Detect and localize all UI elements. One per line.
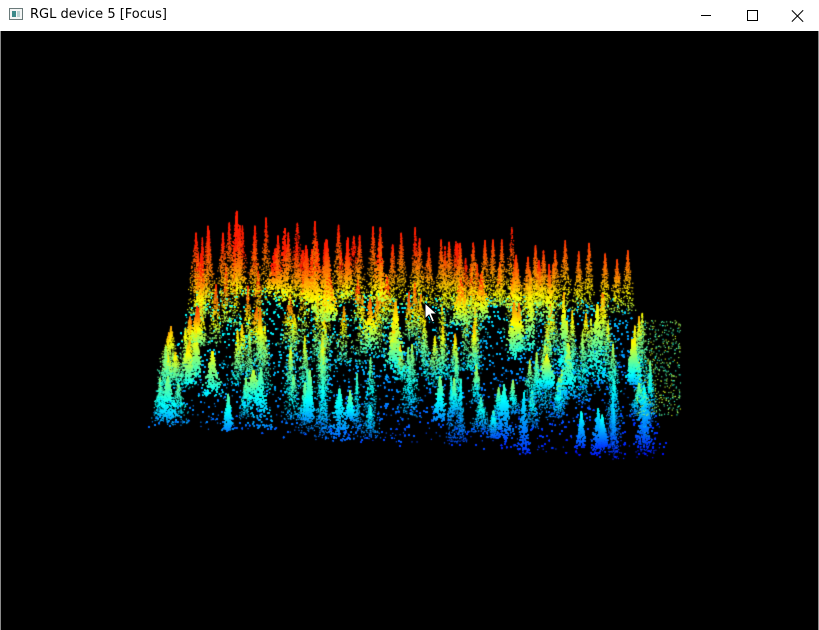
close-button[interactable] xyxy=(775,0,819,31)
close-icon xyxy=(792,10,804,22)
point-cloud-canvas[interactable] xyxy=(1,31,818,630)
rgl-window-icon[interactable] xyxy=(9,8,23,20)
window-title: RGL device 5 [Focus] xyxy=(30,7,167,22)
maximize-button[interactable] xyxy=(729,0,775,31)
title-bar[interactable]: RGL device 5 [Focus] xyxy=(0,0,819,31)
rgl-window: RGL device 5 [Focus] xyxy=(0,0,819,630)
maximize-icon xyxy=(746,10,758,21)
rgl-3d-viewport[interactable] xyxy=(1,31,818,630)
minimize-button[interactable] xyxy=(683,0,729,31)
minimize-icon xyxy=(701,15,711,16)
